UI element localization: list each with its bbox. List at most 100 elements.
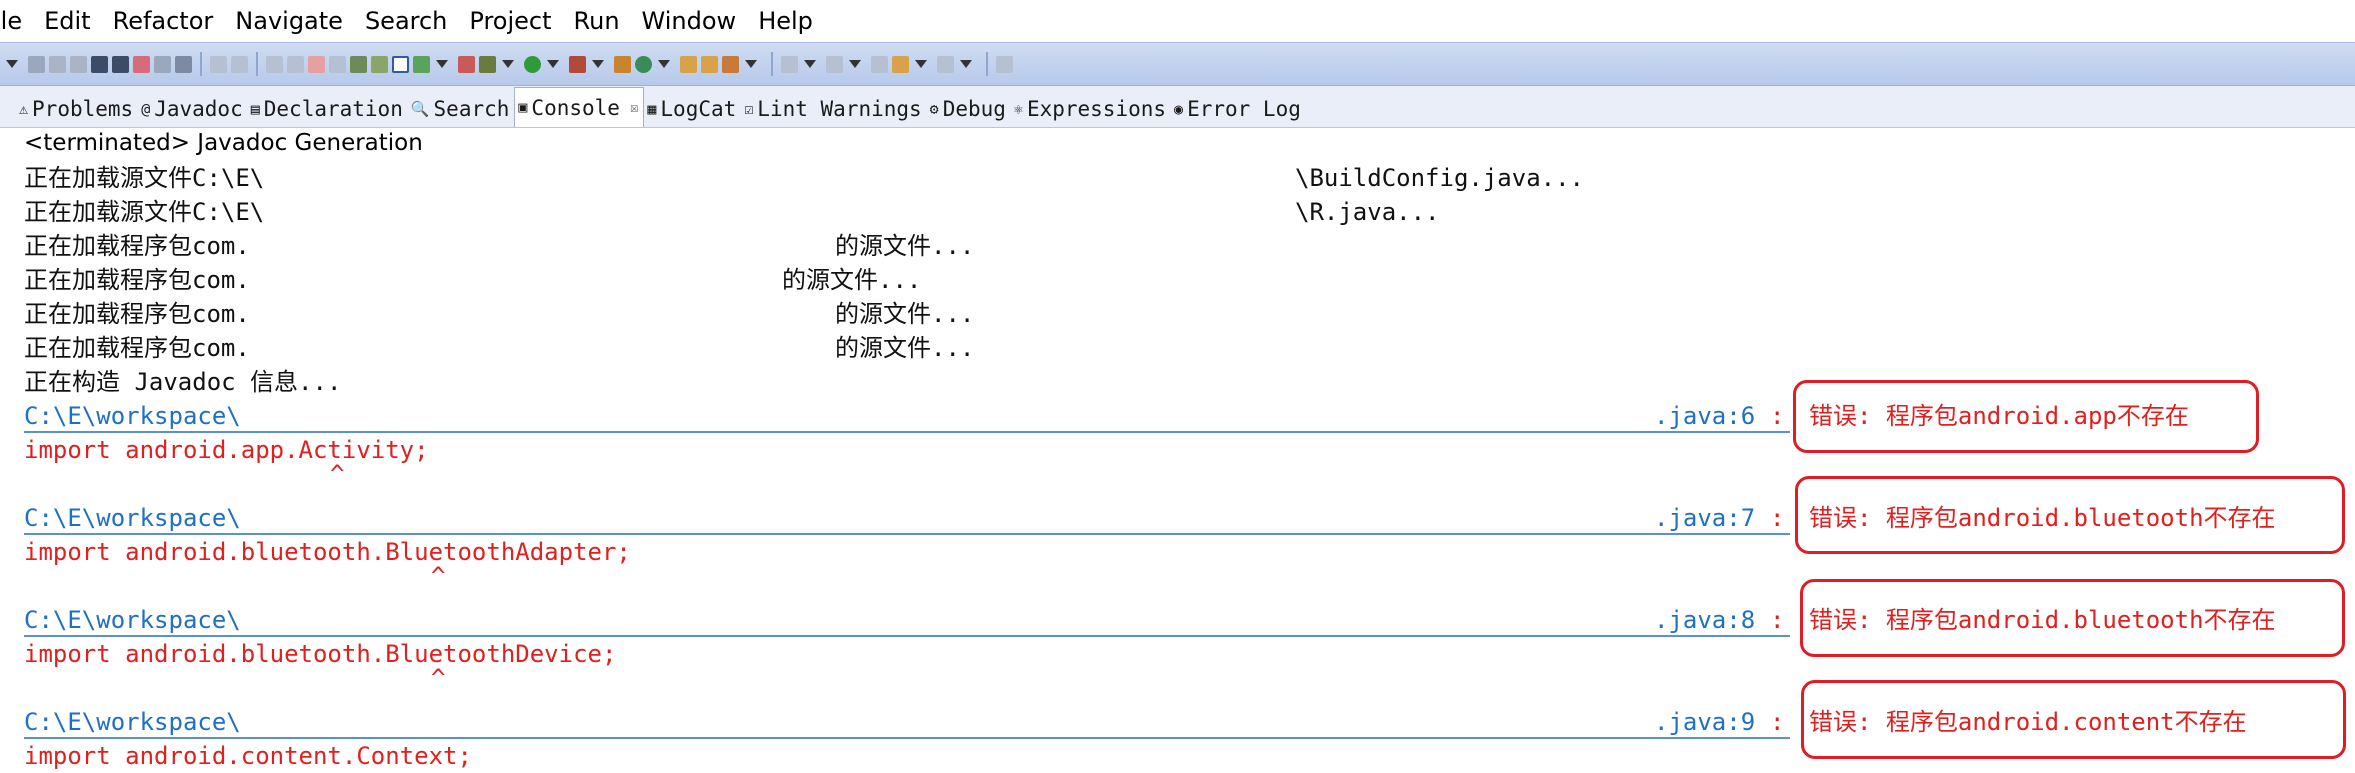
pointer-icon[interactable] (392, 55, 409, 73)
android-icon[interactable] (371, 55, 388, 73)
check-dropdown-icon[interactable] (436, 60, 448, 68)
tab-label: Declaration (263, 97, 403, 121)
toolbar-separator (200, 52, 202, 76)
print-icon[interactable] (70, 55, 87, 73)
new-package-dropdown-icon[interactable] (658, 60, 670, 68)
error-colon: : (1770, 708, 1785, 736)
open-task-icon[interactable] (701, 55, 718, 73)
tab-label: Debug (942, 97, 1006, 121)
forward-dropdown-icon[interactable] (960, 60, 972, 68)
console-line-file: \BuildConfig.java... (1295, 164, 1584, 192)
suspend-icon[interactable] (287, 55, 304, 73)
console-view[interactable]: <terminated> Javadoc Generation 正在加载源文件C… (0, 128, 2355, 773)
error-location-link[interactable]: .java:7 (1654, 502, 1755, 534)
disconnect-icon[interactable] (329, 55, 346, 73)
javadoc-icon: @ (141, 99, 151, 118)
error-location-link[interactable]: .java:6 (1654, 400, 1755, 432)
console-line: 正在加载程序包com. (24, 232, 250, 260)
error-location-link[interactable]: .java:9 (1654, 706, 1755, 738)
format-icon[interactable] (154, 55, 171, 73)
error-message: 错误: 程序包android.content不存在 (1809, 708, 2247, 736)
save-icon[interactable] (28, 55, 45, 73)
close-icon[interactable]: ☒ (630, 100, 638, 116)
menu-run[interactable]: Run (562, 0, 630, 42)
tab-declaration[interactable]: ▤ Declaration (248, 91, 408, 127)
redo-icon[interactable] (231, 55, 248, 73)
search-icon: 🔍 (410, 99, 430, 118)
new-class-icon[interactable] (614, 55, 631, 73)
annotation-prev-dropdown-icon[interactable] (849, 60, 861, 68)
last-edit-icon[interactable] (871, 55, 888, 73)
pin-icon[interactable] (996, 55, 1013, 73)
external-tools-icon[interactable] (569, 55, 586, 73)
device-icon[interactable] (350, 55, 367, 73)
toolbar-separator (986, 52, 988, 76)
console-line-suffix: 的源文件... (835, 232, 975, 260)
menu-project[interactable]: Project (457, 0, 561, 42)
external-dropdown-icon[interactable] (592, 60, 604, 68)
console-line-suffix: 的源文件... (782, 266, 922, 294)
view-tab-bar: ⚠ Problems @ Javadoc ▤ Declaration 🔍 Search … (0, 86, 2355, 128)
tab-lint-warnings[interactable]: ☑ Lint Warnings (741, 91, 926, 127)
error-path-link[interactable]: C:\E\workspace\ (24, 706, 241, 738)
menu-file[interactable]: ile (0, 0, 32, 42)
annotation-prev-icon[interactable] (826, 55, 843, 73)
terminate-icon[interactable] (308, 55, 325, 73)
import-icon[interactable] (112, 55, 129, 73)
back-icon[interactable] (892, 55, 909, 73)
error-caret: ^ (431, 664, 446, 692)
debug-dropdown-icon[interactable] (502, 60, 514, 68)
tab-label: LogCat (660, 97, 737, 121)
tab-logcat[interactable]: ▦ LogCat (644, 91, 741, 127)
error-code-line: import android.bluetooth.BluetoothDevice… (24, 640, 617, 668)
menu-edit[interactable]: Edit (32, 0, 100, 42)
toggle-icon[interactable] (175, 55, 192, 73)
export-icon[interactable] (91, 55, 108, 73)
problems-icon: ⚠ (19, 99, 29, 118)
tab-debug[interactable]: ⚙ Debug (927, 91, 1011, 127)
open-type-icon[interactable] (680, 55, 697, 73)
tab-search[interactable]: 🔍 Search (408, 91, 515, 127)
tab-javadoc[interactable]: @ Javadoc (138, 91, 248, 127)
tab-label: Problems (32, 97, 134, 121)
console-line-file: \R.java... (1295, 198, 1440, 226)
tab-problems[interactable]: ⚠ Problems (16, 91, 138, 127)
error-path-link[interactable]: C:\E\workspace\ (24, 604, 241, 636)
run-icon[interactable] (524, 55, 541, 73)
check-icon[interactable] (413, 55, 430, 73)
sdk-manager-icon[interactable] (133, 55, 150, 73)
search-dropdown-icon[interactable] (745, 60, 757, 68)
tab-console[interactable]: ▣ Console ☒ (514, 87, 645, 127)
tab-label: Search (433, 97, 510, 121)
annotation-next-icon[interactable] (781, 55, 798, 73)
menu-help[interactable]: Help (746, 0, 823, 42)
error-log-icon: ◉ (1174, 99, 1184, 118)
menu-navigate[interactable]: Navigate (223, 0, 353, 42)
tab-expressions[interactable]: ⚛ Expressions (1011, 91, 1171, 127)
back-dropdown-icon[interactable] (915, 60, 927, 68)
forward-icon[interactable] (937, 55, 954, 73)
run-dropdown-icon[interactable] (547, 60, 559, 68)
step-into-icon[interactable] (266, 55, 283, 73)
lint-icon[interactable] (458, 55, 475, 73)
error-code-line: import android.app.Activity; (24, 436, 429, 464)
error-path-link[interactable]: C:\E\workspace\ (24, 502, 241, 534)
annotation-next-dropdown-icon[interactable] (804, 60, 816, 68)
save-all-icon[interactable] (49, 55, 66, 73)
tab-error-log[interactable]: ◉ Error Log (1171, 91, 1306, 127)
undo-icon[interactable] (210, 55, 227, 73)
search-toolbar-icon[interactable] (722, 55, 739, 73)
link-underline (24, 431, 1790, 433)
menu-refactor[interactable]: Refactor (101, 0, 224, 42)
error-path-link[interactable]: C:\E\workspace\ (24, 400, 241, 432)
debug-bug-icon[interactable] (479, 55, 496, 73)
console-line: 正在加载源文件C:\E\ (24, 198, 265, 226)
link-underline (24, 635, 1790, 637)
tab-label: Expressions (1026, 97, 1167, 121)
menu-search[interactable]: Search (353, 0, 457, 42)
menu-window[interactable]: Window (630, 0, 747, 42)
new-dropdown-icon[interactable] (6, 60, 18, 68)
error-caret: ^ (431, 562, 446, 590)
new-package-icon[interactable] (635, 55, 652, 73)
error-location-link[interactable]: .java:8 (1654, 604, 1755, 636)
